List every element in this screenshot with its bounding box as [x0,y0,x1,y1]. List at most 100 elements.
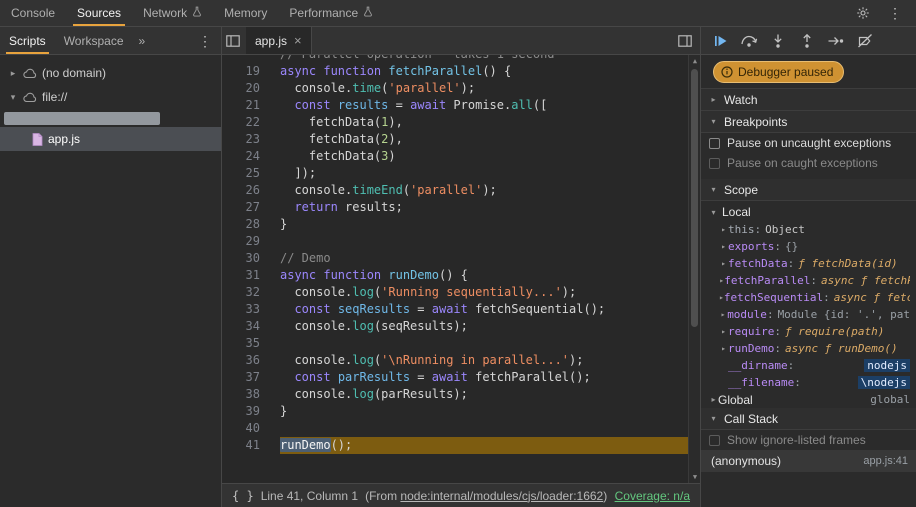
breakpoint-margin[interactable] [268,55,280,63]
code-line-21[interactable]: 21 const results = await Promise.all([ [222,97,688,114]
scope-variable-__filename[interactable]: __filename:\nodejs [701,374,916,391]
code-line-31[interactable]: 31async function runDemo() { [222,267,688,284]
tree-item--no-domain-[interactable]: ▸(no domain) [0,61,221,85]
code-line-27[interactable]: 27 return results; [222,199,688,216]
scope-section-header[interactable]: ▾ Scope [701,179,916,201]
code-line-37[interactable]: 37 const parResults = await fetchParalle… [222,369,688,386]
breakpoint-margin[interactable] [268,318,280,335]
tree-item-file-[interactable]: ▾file:// [0,85,221,109]
code-line-36[interactable]: 36 console.log('\nRunning in parallel...… [222,352,688,369]
call-stack-section-header[interactable]: ▾ Call Stack [701,408,916,430]
checkbox-icon[interactable] [709,158,720,169]
breakpoints-section-header[interactable]: ▾ Breakpoints [701,111,916,133]
resume-button[interactable] [709,30,731,52]
line-number[interactable]: 29 [222,233,268,250]
breakpoint-margin[interactable] [268,216,280,233]
code-line-41[interactable]: 41runDemo(); [222,437,688,454]
checkbox-icon[interactable] [709,138,720,149]
watch-section-header[interactable]: ▸ Watch [701,89,916,111]
line-number[interactable]: 41 [222,437,268,454]
breakpoint-margin[interactable] [268,80,280,97]
code-line-25[interactable]: 25 ]); [222,165,688,182]
collapse-icon[interactable]: ▸ [719,310,727,319]
breakpoint-margin[interactable] [268,250,280,267]
scope-variable-__dirname[interactable]: __dirname:nodejs [701,357,916,374]
code-line-30[interactable]: 30// Demo [222,250,688,267]
scroll-down-icon[interactable]: ▼ [689,473,700,481]
code-line-34[interactable]: 34 console.log(seqResults); [222,318,688,335]
line-number[interactable] [222,55,268,63]
tab-sources[interactable]: Sources [66,0,132,26]
breakpoint-option-1[interactable]: Pause on caught exceptions [701,153,916,173]
line-number[interactable]: 40 [222,420,268,437]
more-tabs-button[interactable]: » [133,34,152,48]
breakpoint-margin[interactable] [268,114,280,131]
scope-variable-runDemo[interactable]: ▸runDemo:async ƒ runDemo() [701,340,916,357]
code-line-32[interactable]: 32 console.log('Running sequentially...'… [222,284,688,301]
code-line-35[interactable]: 35 [222,335,688,352]
collapse-icon[interactable]: ▸ [719,327,728,336]
line-number[interactable]: 37 [222,369,268,386]
scrollbar-thumb[interactable] [691,69,698,327]
line-number[interactable]: 27 [222,199,268,216]
line-number[interactable]: 19 [222,63,268,80]
code-line-38[interactable]: 38 console.log(parResults); [222,386,688,403]
code-line-20[interactable]: 20 console.time('parallel'); [222,80,688,97]
line-number[interactable]: 35 [222,335,268,352]
code-line-33[interactable]: 33 const seqResults = await fetchSequent… [222,301,688,318]
close-tab-icon[interactable]: × [294,33,302,48]
code-line-39[interactable]: 39} [222,403,688,420]
line-number[interactable]: 23 [222,131,268,148]
breakpoint-margin[interactable] [268,437,280,454]
code-line-23[interactable]: 23 fetchData(2), [222,131,688,148]
breakpoint-margin[interactable] [268,199,280,216]
toggle-debugger-sidebar-button[interactable] [674,30,696,52]
breakpoint-margin[interactable] [268,284,280,301]
code-line-28[interactable]: 28} [222,216,688,233]
show-ignore-listed-checkbox-row[interactable]: Show ignore-listed frames [701,430,916,450]
line-number[interactable]: 26 [222,182,268,199]
scope-local-header[interactable]: ▾ Local [701,203,916,221]
tab-performance[interactable]: Performance [278,0,384,26]
step-out-button[interactable] [796,30,818,52]
code-editor[interactable]: // Parallel operation - takes 1 second19… [222,55,700,483]
pretty-print-button[interactable]: { } [232,489,254,503]
line-number[interactable]: 30 [222,250,268,267]
breakpoint-margin[interactable] [268,131,280,148]
line-number[interactable]: 31 [222,267,268,284]
editor-tab-appjs[interactable]: app.js × [246,27,312,54]
breakpoint-margin[interactable] [268,335,280,352]
line-number[interactable]: 20 [222,80,268,97]
breakpoint-margin[interactable] [268,165,280,182]
line-number[interactable]: 32 [222,284,268,301]
breakpoint-margin[interactable] [268,97,280,114]
settings-button[interactable] [852,2,874,24]
line-number[interactable]: 34 [222,318,268,335]
line-number[interactable]: 28 [222,216,268,233]
step-button[interactable] [825,30,847,52]
collapse-icon[interactable]: ▸ [719,242,728,251]
scope-variable-fetchData[interactable]: ▸fetchData:ƒ fetchData(id) [701,255,916,272]
scope-variable-this[interactable]: ▸this:Object [701,221,916,238]
more-menu-button[interactable]: ⋮ [884,2,906,24]
tab-network[interactable]: Network [132,0,213,26]
code-line-26[interactable]: 26 console.timeEnd('parallel'); [222,182,688,199]
navigator-tab-workspace[interactable]: Workspace [55,27,133,54]
line-number[interactable]: 21 [222,97,268,114]
scope-variable-fetchParallel[interactable]: ▸fetchParallel:async ƒ fetchParallel() [701,272,916,289]
code-line-19[interactable]: 19async function fetchParallel() { [222,63,688,80]
breakpoint-margin[interactable] [268,63,280,80]
scope-variable-require[interactable]: ▸require:ƒ require(path) [701,323,916,340]
line-number[interactable]: 33 [222,301,268,318]
code-line-22[interactable]: 22 fetchData(1), [222,114,688,131]
checkbox-icon[interactable] [709,435,720,446]
scope-variable-fetchSequential[interactable]: ▸fetchSequential:async ƒ fetchSequential… [701,289,916,306]
scroll-up-icon[interactable]: ▲ [689,57,700,65]
breakpoint-margin[interactable] [268,369,280,386]
breakpoint-margin[interactable] [268,301,280,318]
breakpoint-option-0[interactable]: Pause on uncaught exceptions [701,133,916,153]
breakpoint-margin[interactable] [268,182,280,199]
breakpoint-margin[interactable] [268,420,280,437]
code-line-40[interactable]: 40 [222,420,688,437]
navigator-menu-button[interactable]: ⋮ [198,34,221,48]
